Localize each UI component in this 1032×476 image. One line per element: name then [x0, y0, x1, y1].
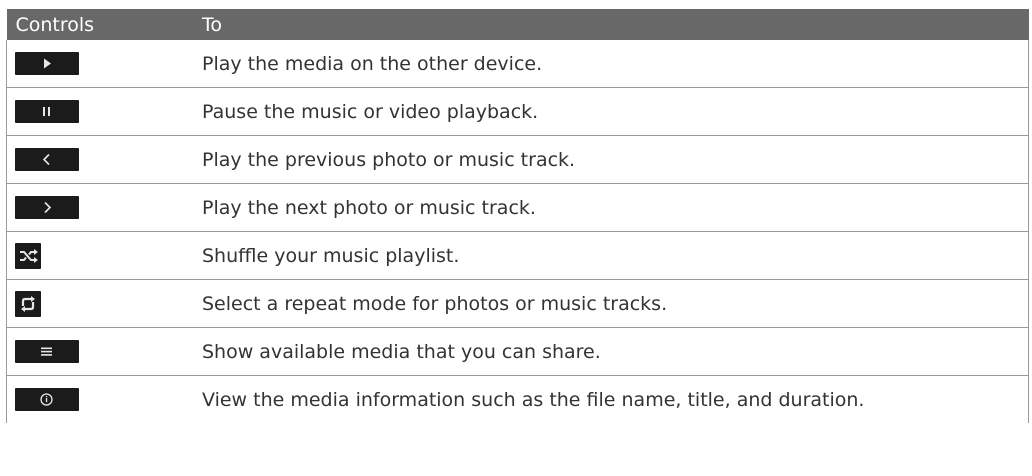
previous-icon — [15, 148, 79, 171]
header-to: To — [197, 9, 1029, 40]
next-icon — [15, 196, 79, 219]
description-cell: Show available media that you can share. — [197, 327, 1029, 376]
table-header-row: Controls To — [6, 9, 1029, 40]
table-row: Pause the music or video playback. — [6, 87, 1029, 136]
play-icon — [15, 52, 79, 75]
control-cell — [7, 376, 198, 424]
description-cell: Pause the music or video playback. — [197, 87, 1029, 136]
control-cell — [6, 327, 197, 376]
table-row: Show available media that you can share. — [6, 327, 1029, 376]
description-cell: Play the next photo or music track. — [197, 183, 1029, 232]
description-cell: Play the media on the other device. — [197, 40, 1029, 88]
control-cell — [6, 183, 197, 232]
table-row: Play the next photo or music track. — [6, 183, 1029, 232]
table-row: Play the media on the other device. — [6, 40, 1029, 88]
description-cell: View the media information such as the f… — [202, 388, 865, 411]
table-row: Play the previous photo or music track. — [6, 135, 1029, 184]
info-icon — [15, 388, 79, 411]
menu-list-icon — [15, 340, 79, 363]
pause-icon — [15, 100, 79, 123]
control-cell — [6, 231, 197, 280]
table-row: View the media information such as the f… — [6, 375, 1029, 424]
table-row: Shuffle your music playlist. — [6, 231, 1029, 280]
controls-table: Controls To Play the media on the other … — [6, 9, 1029, 423]
description-cell: Play the previous photo or music track. — [197, 135, 1029, 184]
control-cell — [6, 135, 197, 184]
shuffle-icon — [15, 242, 41, 269]
header-controls: Controls — [6, 9, 197, 40]
control-cell — [6, 279, 197, 328]
table-row: Select a repeat mode for photos or music… — [6, 279, 1029, 328]
description-cell: Shuffle your music playlist. — [197, 231, 1029, 280]
page: Controls To Play the media on the other … — [0, 0, 1032, 476]
control-cell — [6, 40, 197, 88]
control-cell — [6, 87, 197, 136]
description-cell: Select a repeat mode for photos or music… — [197, 279, 1029, 328]
repeat-icon — [15, 290, 41, 317]
